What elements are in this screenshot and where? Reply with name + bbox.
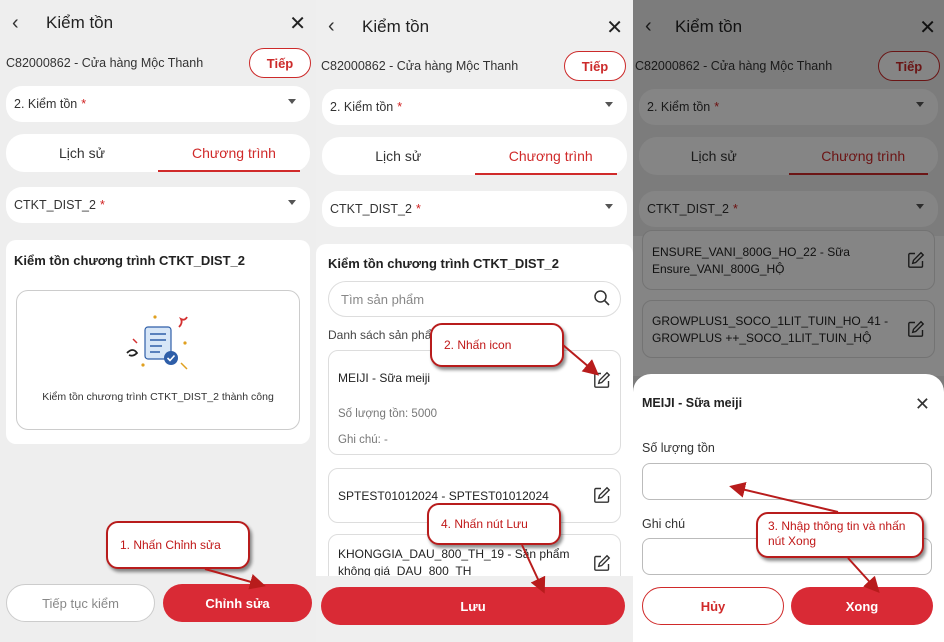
tab-program[interactable]: Chương trình: [474, 137, 628, 175]
step-select-value: 2. Kiểm tồn: [14, 97, 78, 111]
page-title: Kiểm tồn: [362, 17, 430, 36]
program-select-value: CTKT_DIST_2: [330, 202, 412, 216]
step-select[interactable]: 2. Kiểm tồn *: [322, 89, 627, 125]
edit-icon[interactable]: [593, 486, 611, 504]
next-button[interactable]: Tiếp: [564, 51, 626, 81]
close-icon[interactable]: ✕: [915, 394, 930, 415]
required-mark: *: [397, 100, 403, 114]
step-select[interactable]: 2. Kiểm tồn *: [6, 86, 310, 122]
tab-program[interactable]: Chương trình: [158, 134, 310, 172]
back-icon[interactable]: ‹: [12, 12, 19, 35]
search-placeholder: Tìm sản phẩm: [341, 291, 425, 307]
caret-down-icon: [288, 99, 296, 104]
quantity-label: Số lượng tồn: [642, 441, 715, 455]
close-icon[interactable]: ✕: [606, 15, 623, 40]
edit-bottom-sheet: MEIJI - Sữa meiji ✕ Số lượng tồn Ghi chú…: [633, 374, 944, 642]
edit-button[interactable]: Chỉnh sửa: [163, 584, 312, 622]
header: ‹ Kiểm tồn ✕: [0, 0, 316, 46]
success-message: Kiểm tồn chương trình CTKT_DIST_2 thành …: [42, 391, 274, 403]
callout-step-1: 1. Nhấn Chỉnh sửa: [106, 521, 250, 569]
done-button[interactable]: Xong: [791, 587, 933, 625]
callout-text: 1. Nhấn Chỉnh sửa: [120, 537, 221, 552]
caret-down-icon: [288, 200, 296, 205]
required-mark: *: [99, 198, 105, 212]
close-icon[interactable]: ✕: [289, 11, 306, 36]
header: ‹ Kiểm tồn ✕: [316, 0, 633, 46]
edit-icon[interactable]: [593, 554, 611, 572]
continue-check-button[interactable]: Tiếp tục kiểm: [6, 584, 155, 622]
product-list-title: Danh sách sản phẩ: [328, 328, 432, 342]
program-select[interactable]: CTKT_DIST_2 *: [6, 187, 310, 223]
required-mark: *: [415, 202, 421, 216]
callout-text: 2. Nhấn icon: [444, 337, 512, 352]
product-note: Ghi chú: -: [338, 434, 388, 446]
program-select-value: CTKT_DIST_2: [14, 198, 96, 212]
product-name: KHONGGIA_DAU_800_TH_19 - Sản phẩm không …: [338, 547, 570, 578]
card-title: Kiểm tồn chương trình CTKT_DIST_2: [328, 256, 559, 271]
sheet-title: MEIJI - Sữa meiji: [642, 396, 743, 410]
tab-history[interactable]: Lịch sử: [322, 137, 475, 175]
store-name: C82000862 - Cửa hàng Mộc Thanh: [6, 56, 204, 70]
callout-text: 3. Nhập thông tin và nhấn nút Xong: [768, 519, 906, 548]
callout-step-3: 3. Nhập thông tin và nhấn nút Xong: [756, 512, 924, 558]
callout-step-4: 4. Nhấn nút Lưu: [427, 503, 561, 545]
page-title: Kiểm tồn: [46, 13, 114, 32]
tab-bar: Lịch sử Chương trình: [322, 137, 627, 175]
callout-step-2: 2. Nhấn icon: [430, 323, 564, 367]
success-illustration-icon: [126, 315, 188, 370]
product-quantity: Số lượng tồn: 5000: [338, 408, 438, 420]
card-title: Kiểm tồn chương trình CTKT_DIST_2: [14, 253, 245, 268]
program-select[interactable]: CTKT_DIST_2 *: [322, 191, 627, 227]
callout-text: 4. Nhấn nút Lưu: [441, 516, 528, 531]
next-button[interactable]: Tiếp: [249, 48, 311, 78]
cancel-button[interactable]: Hủy: [642, 587, 784, 625]
caret-down-icon: [605, 102, 613, 107]
quantity-field[interactable]: [642, 463, 932, 500]
note-label: Ghi chú: [642, 517, 686, 531]
step-select-value: 2. Kiểm tồn: [330, 100, 394, 114]
back-icon[interactable]: ‹: [328, 15, 335, 38]
save-button[interactable]: Lưu: [321, 587, 625, 625]
caret-down-icon: [605, 204, 613, 209]
search-icon[interactable]: [594, 290, 610, 306]
product-name: MEIJI - Sữa meiji: [338, 371, 431, 385]
required-mark: *: [81, 97, 87, 111]
search-input[interactable]: Tìm sản phẩm: [328, 281, 621, 317]
program-card: Kiểm tồn chương trình CTKT_DIST_2 Kiểm t…: [6, 240, 310, 444]
tab-history[interactable]: Lịch sử: [6, 134, 158, 172]
store-name: C82000862 - Cửa hàng Mộc Thanh: [321, 59, 519, 73]
tab-bar: Lịch sử Chương trình: [6, 134, 310, 172]
edit-icon[interactable]: [593, 371, 611, 389]
screen-2: ‹ Kiểm tồn ✕ C82000862 - Cửa hàng Mộc Th…: [316, 0, 633, 642]
success-box: Kiểm tồn chương trình CTKT_DIST_2 thành …: [16, 290, 300, 430]
